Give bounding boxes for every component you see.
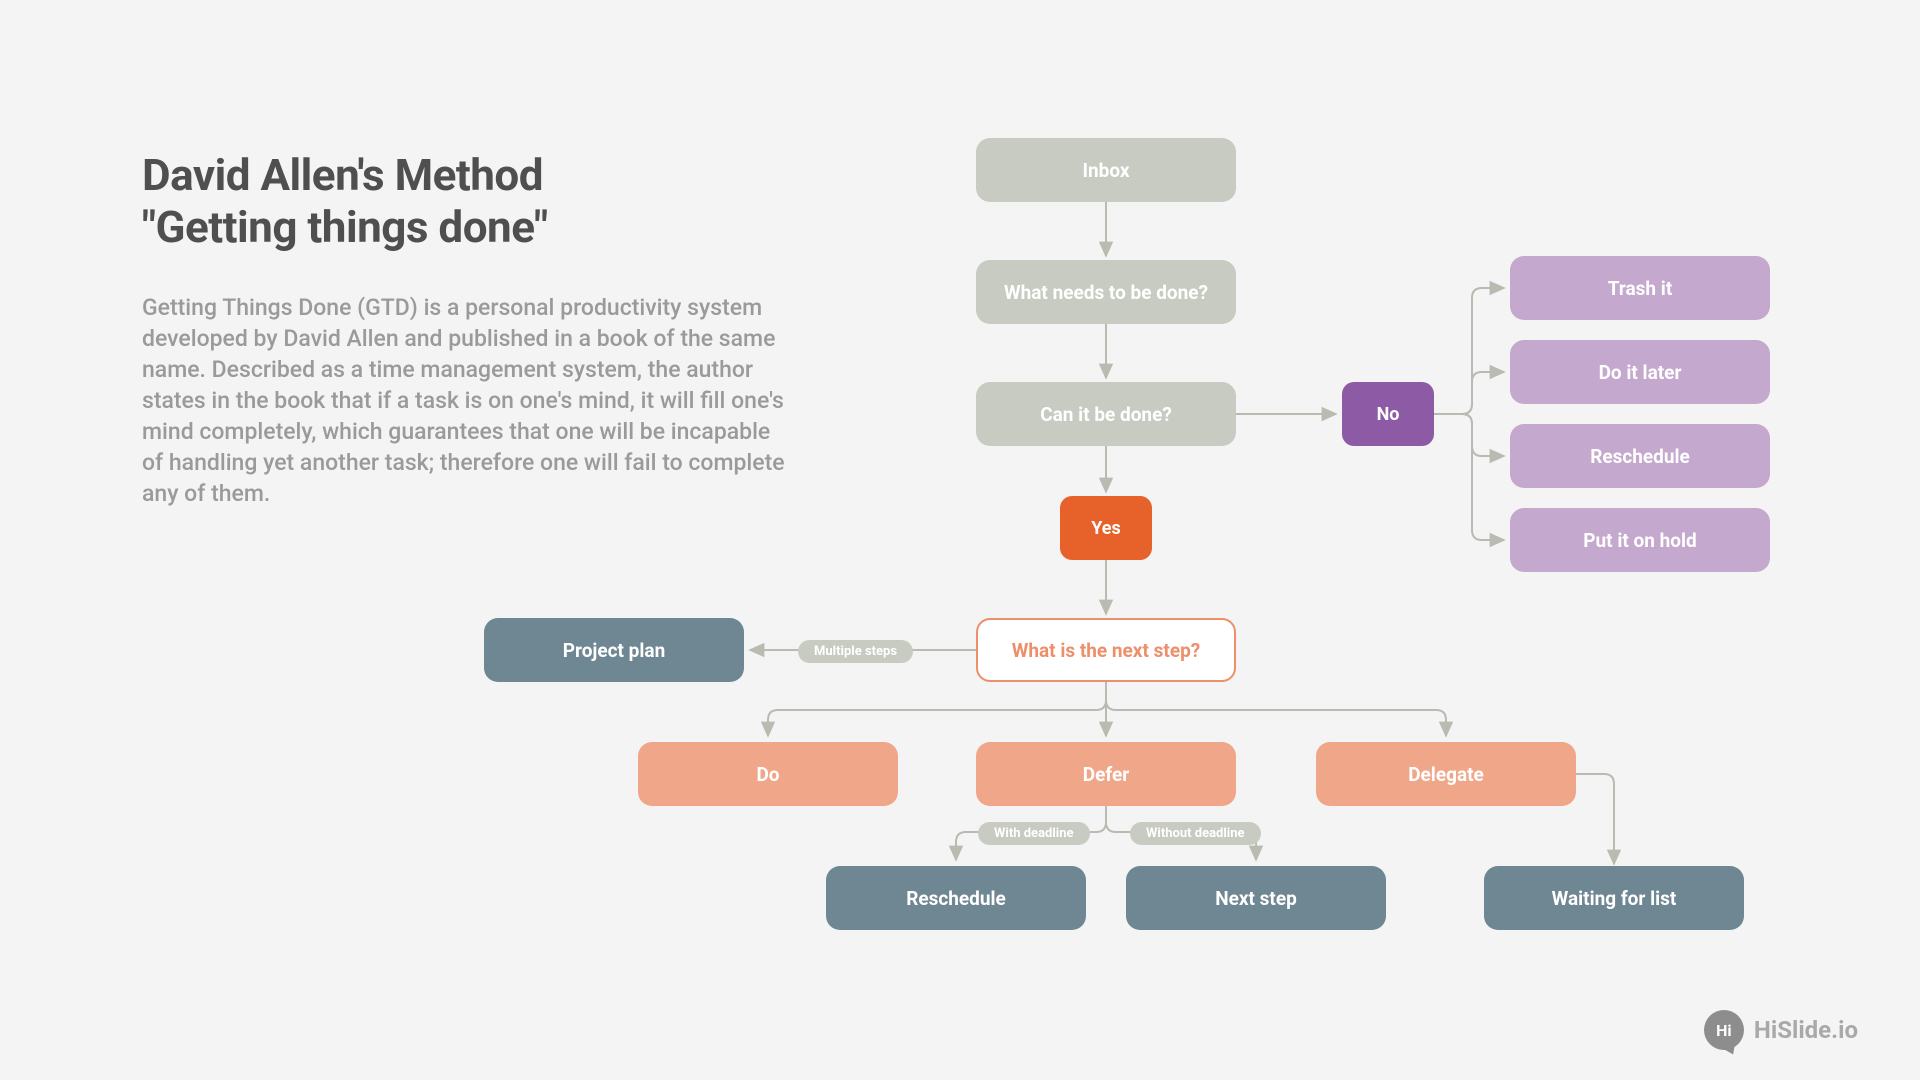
node-reschedule-top: Reschedule xyxy=(1510,424,1770,488)
node-do-later: Do it later xyxy=(1510,340,1770,404)
node-what-needs: What needs to be done? xyxy=(976,260,1236,324)
node-next-step: Next step xyxy=(1126,866,1386,930)
arrow-nextq-fanout xyxy=(768,682,1448,742)
node-trash: Trash it xyxy=(1510,256,1770,320)
node-inbox: Inbox xyxy=(976,138,1236,202)
node-do: Do xyxy=(638,742,898,806)
pill-multiple-steps: Multiple steps xyxy=(798,640,913,663)
pill-without-deadline: Without deadline xyxy=(1130,822,1261,845)
node-no: No xyxy=(1342,382,1434,446)
node-delegate: Delegate xyxy=(1316,742,1576,806)
flowchart-canvas: Inbox What needs to be done? Can it be d… xyxy=(0,0,1920,1080)
node-waiting-list: Waiting for list xyxy=(1484,866,1744,930)
arrow-delegate-to-waiting xyxy=(1576,774,1646,870)
arrow-what-to-can xyxy=(1106,324,1108,382)
arrow-yes-to-nextq xyxy=(1106,560,1108,618)
node-reschedule-bottom: Reschedule xyxy=(826,866,1086,930)
pill-with-deadline: With deadline xyxy=(978,822,1090,845)
arrow-can-to-no xyxy=(1236,414,1342,416)
arrow-no-fanout xyxy=(1434,288,1510,552)
node-put-on-hold: Put it on hold xyxy=(1510,508,1770,572)
node-defer: Defer xyxy=(976,742,1236,806)
brand-logo-icon: Hi xyxy=(1704,1010,1744,1050)
brand-name: HiSlide.io xyxy=(1754,1016,1858,1044)
node-project-plan: Project plan xyxy=(484,618,744,682)
node-can-done: Can it be done? xyxy=(976,382,1236,446)
arrow-can-to-yes xyxy=(1106,446,1108,496)
brand-label: Hi HiSlide.io xyxy=(1704,1010,1858,1050)
node-next-step-question: What is the next step? xyxy=(976,618,1236,682)
arrow-inbox-to-what xyxy=(1106,202,1108,260)
node-yes: Yes xyxy=(1060,496,1152,560)
